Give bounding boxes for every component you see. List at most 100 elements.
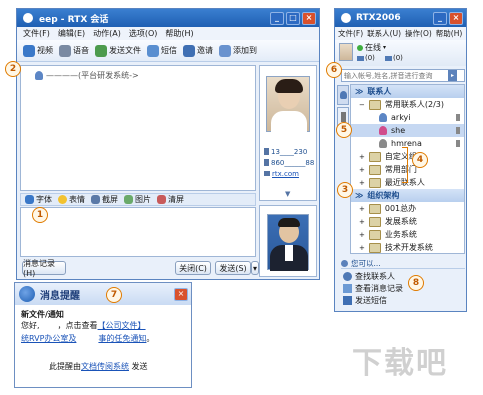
notification-subject: 新文件/通知 xyxy=(21,310,64,319)
sms-button[interactable]: 短信 xyxy=(147,44,177,57)
minimize-icon[interactable]: _ xyxy=(270,11,284,25)
notice-link-a[interactable]: 统RVP办公室及 xyxy=(21,334,76,343)
history-button[interactable]: 消息记录(H) xyxy=(22,259,66,278)
send-options-button[interactable]: ▾ xyxy=(251,261,259,275)
menu-file[interactable]: 文件(F) xyxy=(338,28,363,39)
close-chat-button[interactable]: 关闭(C) xyxy=(175,261,211,275)
mail-count[interactable]: (0) xyxy=(357,54,375,62)
plus-icon: + xyxy=(359,178,365,187)
folder-icon xyxy=(368,99,381,110)
send-file-icon xyxy=(95,44,107,57)
org-header[interactable]: ≫ 组织架构 xyxy=(351,189,464,202)
contact-tel: 860______88 xyxy=(264,159,314,167)
group-common-contacts[interactable]: − 常用联系人(2/3) xyxy=(351,98,464,111)
contact-email[interactable]: rtx.com xyxy=(264,170,299,178)
sms-icon xyxy=(147,44,159,57)
contacts-header[interactable]: ≫ 联系人 xyxy=(351,85,464,98)
callout-8: 8 xyxy=(408,275,424,291)
rtx-menubar: 文件(F) 联系人(U) 操作(O) 帮助(H) xyxy=(335,27,466,40)
contacts-icon xyxy=(340,91,347,99)
callout-3: 3 xyxy=(337,182,353,198)
font-button[interactable]: 字体 xyxy=(25,194,52,205)
collapse-icon: ≫ xyxy=(355,191,364,200)
collapse-arrow-icon[interactable]: ▼ xyxy=(285,190,290,198)
clear-icon xyxy=(157,195,166,204)
participant-line: ————(平台研发系统-> xyxy=(21,66,255,81)
chat-title: eep - RTX 会话 xyxy=(39,14,109,25)
close-icon[interactable]: × xyxy=(174,287,188,301)
rtx-logo-icon xyxy=(19,286,35,302)
mail-icon xyxy=(264,171,270,176)
org-item[interactable]: + 业务系统 xyxy=(351,228,464,241)
voice-button[interactable]: 语音 xyxy=(59,44,89,57)
org-item[interactable]: + 技术开发系统 xyxy=(351,241,464,254)
folder-icon xyxy=(368,151,381,162)
action-find-contact[interactable]: 查找联系人 xyxy=(343,271,395,282)
phone-icon xyxy=(341,112,346,122)
avatar[interactable] xyxy=(339,43,353,61)
close-icon[interactable]: × xyxy=(449,11,463,25)
message-input[interactable] xyxy=(20,207,256,257)
menu-action[interactable]: 动作(A) xyxy=(93,28,121,39)
plus-icon: + xyxy=(359,165,365,174)
microphone-icon xyxy=(59,44,71,57)
video-button[interactable]: 视频 xyxy=(23,44,53,57)
org-item[interactable]: + 发展系统 xyxy=(351,215,464,228)
notification-body-line1: 您好, ，点击查看【公司文件】 xyxy=(21,321,146,330)
add-to-icon xyxy=(219,44,231,57)
sms-count[interactable]: (0) xyxy=(385,54,403,62)
folder-icon xyxy=(368,242,381,253)
folder-icon xyxy=(368,216,381,227)
send-button[interactable]: 发送(S) xyxy=(215,261,251,275)
chat-titlebar[interactable]: eep - RTX 会话 _ □ × xyxy=(17,9,319,27)
menu-file[interactable]: 文件(F) xyxy=(23,28,50,39)
org-item[interactable]: + 001总办 xyxy=(351,202,464,215)
minus-icon: − xyxy=(359,100,365,109)
menu-operate[interactable]: 操作(O) xyxy=(405,28,432,39)
you-can-header[interactable]: 您可以... xyxy=(341,258,465,269)
folder-icon xyxy=(368,203,381,214)
info-icon xyxy=(341,259,348,267)
menu-edit[interactable]: 编辑(E) xyxy=(58,28,85,39)
screenshot-button[interactable]: 截屏 xyxy=(91,194,118,205)
tab-contacts[interactable] xyxy=(337,85,349,105)
menu-contacts[interactable]: 联系人(U) xyxy=(367,28,401,39)
clear-button[interactable]: 清屏 xyxy=(157,194,184,205)
search-input[interactable] xyxy=(342,71,448,80)
contact-photo xyxy=(266,76,310,133)
find-contact-icon xyxy=(343,272,352,281)
search-button[interactable]: ▸ xyxy=(448,70,457,81)
company-file-link[interactable]: 【公司文件】 xyxy=(98,321,146,330)
image-button[interactable]: 图片 xyxy=(124,194,151,205)
contact-item-selected[interactable]: she xyxy=(351,124,464,137)
chevron-down-icon: ▾ xyxy=(383,44,387,51)
close-icon[interactable]: × xyxy=(302,11,316,25)
contact-item[interactable]: arkyi xyxy=(351,111,464,124)
action-view-history[interactable]: 查看消息记录 xyxy=(343,283,403,294)
minimize-icon[interactable]: _ xyxy=(433,11,447,25)
send-file-button[interactable]: 发送文件 xyxy=(95,44,141,57)
notice-link-b[interactable]: 事的任免通知 xyxy=(98,334,146,343)
folder-icon xyxy=(368,229,381,240)
emoticon-icon xyxy=(58,195,67,204)
callout-4: 4 xyxy=(412,152,428,168)
message-area[interactable]: ————(平台研发系统-> xyxy=(20,65,256,191)
doc-system-link[interactable]: 文档传阅系统 xyxy=(81,362,129,371)
add-to-button[interactable]: 添加到 xyxy=(219,44,257,57)
invite-button[interactable]: 邀请 xyxy=(183,44,213,57)
callout-2: 2 xyxy=(5,61,21,77)
emoticon-button[interactable]: 表情 xyxy=(58,194,85,205)
status-selector[interactable]: 在线 ▾ xyxy=(357,42,386,53)
action-send-sms[interactable]: 发送短信 xyxy=(343,295,387,306)
plus-icon: + xyxy=(359,204,365,213)
menu-options[interactable]: 选项(O) xyxy=(129,28,158,39)
plus-icon: + xyxy=(359,230,365,239)
menu-help[interactable]: 帮助(H) xyxy=(436,28,463,39)
chat-toolbar: 视频 语音 发送文件 短信 邀请 添加到 xyxy=(17,40,319,62)
menu-help[interactable]: 帮助(H) xyxy=(165,28,193,39)
user-header: 在线 ▾ (0) (0) xyxy=(335,40,466,66)
maximize-icon[interactable]: □ xyxy=(286,11,300,25)
notification-header: 消息提醒 × xyxy=(15,283,191,305)
notification-popup: 消息提醒 × 新文件/通知 您好, ，点击查看【公司文件】 统RVP办公室及 事的任… xyxy=(14,282,192,388)
rtx-titlebar[interactable]: RTX2006 _ × xyxy=(335,9,466,27)
